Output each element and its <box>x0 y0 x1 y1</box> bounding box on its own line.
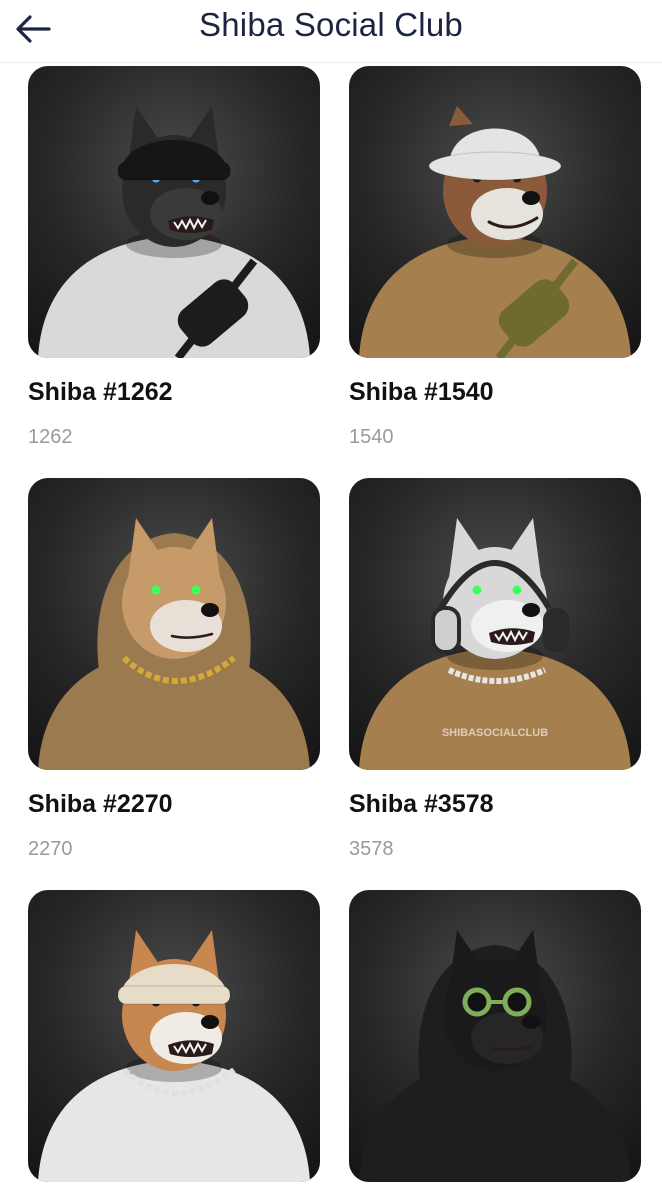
shiba-portrait <box>359 930 631 1182</box>
nft-image <box>349 890 641 1182</box>
nft-card[interactable] <box>349 890 641 1182</box>
nft-image <box>28 66 320 358</box>
shiba-portrait <box>38 518 310 770</box>
nft-title: Shiba #1540 <box>349 378 494 406</box>
nft-title: Shiba #3578 <box>349 790 494 818</box>
shiba-portrait <box>38 930 310 1182</box>
nft-card[interactable] <box>28 890 320 1182</box>
nft-token-id: 3578 <box>349 838 394 860</box>
nft-image <box>349 66 641 358</box>
page-title: Shiba Social Club <box>199 6 463 43</box>
shiba-portrait: SHIBASOCIALCLUB <box>359 518 631 770</box>
nft-card[interactable]: Shiba #1262 1262 <box>28 66 320 448</box>
nft-image <box>28 478 320 770</box>
nft-token-id: 1262 <box>28 426 73 448</box>
nft-image: SHIBASOCIALCLUB <box>349 478 641 770</box>
nft-token-id: 1540 <box>349 426 394 448</box>
nft-title: Shiba #2270 <box>28 790 173 818</box>
nft-token-id: 2270 <box>28 838 73 860</box>
nft-title: Shiba #1262 <box>28 378 173 406</box>
nft-card[interactable]: Shiba #1540 1540 <box>349 66 641 448</box>
nft-card[interactable]: SHIBASOCIALCLUB Shiba #3578 3578 <box>349 478 641 860</box>
top-bar: Shiba Social Club <box>0 0 662 63</box>
shiba-portrait <box>38 106 310 358</box>
shiba-portrait <box>359 106 631 358</box>
nft-image <box>28 890 320 1182</box>
nft-card[interactable]: Shiba #2270 2270 <box>28 478 320 860</box>
shirt-logo-text: SHIBASOCIALCLUB <box>442 727 548 739</box>
